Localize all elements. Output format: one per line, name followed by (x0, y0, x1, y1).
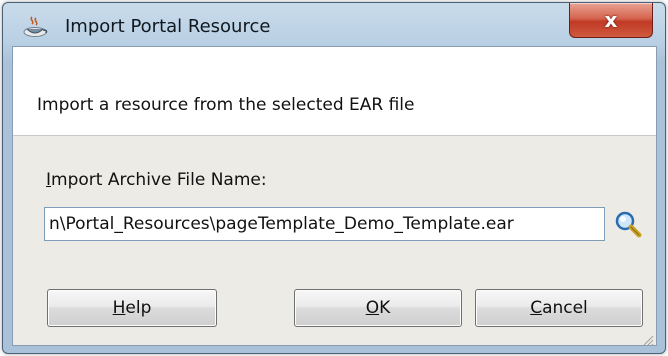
window-title: Import Portal Resource (65, 16, 271, 37)
ok-label: K (379, 298, 391, 318)
browse-button[interactable] (614, 210, 644, 238)
dialog-body: Import a resource from the selected EAR … (12, 46, 657, 346)
description-text: Import a resource from the selected EAR … (37, 95, 415, 115)
help-mnemonic: H (112, 298, 126, 318)
description-panel: Import a resource from the selected EAR … (13, 47, 656, 136)
ok-button[interactable]: OK (294, 289, 462, 327)
title-bar[interactable]: Import Portal Resource x (3, 3, 665, 47)
dialog-window: Import Portal Resource x Import a resour… (2, 2, 666, 354)
close-icon: x (604, 8, 618, 32)
close-button[interactable]: x (569, 3, 653, 38)
ok-mnemonic: O (365, 298, 380, 318)
help-label: elp (125, 298, 152, 318)
archive-file-input[interactable] (44, 207, 605, 241)
magnifier-icon (614, 211, 644, 241)
help-button[interactable]: Help (47, 289, 217, 327)
cancel-mnemonic: C (530, 298, 543, 318)
archive-file-label: Import Archive File Name: (46, 170, 267, 190)
cancel-label: ancel (542, 298, 588, 318)
resize-grip-icon[interactable] (642, 331, 654, 346)
archive-file-label-text: mport Archive File Name: (51, 170, 267, 190)
cancel-button[interactable]: Cancel (475, 289, 643, 327)
java-cup-icon (23, 16, 51, 38)
